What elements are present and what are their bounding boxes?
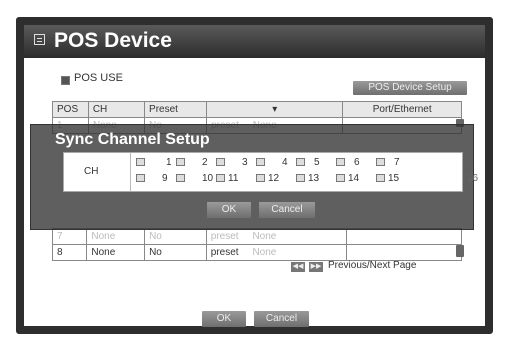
channel-checkbox-6[interactable]: 6 xyxy=(336,157,360,168)
scroll-down-arrow[interactable] xyxy=(456,245,464,257)
channel-checkbox-15[interactable]: 15 xyxy=(376,173,399,184)
row-no: No xyxy=(144,244,207,261)
pos-device-setup-button[interactable]: POS Device Setup xyxy=(353,81,467,95)
channel-checkbox-3[interactable]: 3 xyxy=(216,157,248,168)
header-dropdown[interactable]: ▾ xyxy=(206,101,344,118)
title-bar: POS Device xyxy=(24,25,485,58)
row-preset: preset None xyxy=(205,244,348,261)
dialog-cancel-button[interactable]: Cancel xyxy=(259,202,315,218)
row-pos: 8 xyxy=(51,244,88,261)
pos-use-label: POS USE xyxy=(74,72,123,84)
row-pos: 7 xyxy=(51,228,88,245)
fast-forward-icon[interactable]: ▶▶ xyxy=(309,262,323,272)
pos-use-checkbox[interactable] xyxy=(61,76,70,85)
ch-label: CH xyxy=(84,166,99,177)
channel-checkbox-2[interactable]: 2 xyxy=(176,157,208,168)
table-header-row: POS CH Preset ▾ Port/Ethernet xyxy=(52,101,462,118)
channel-checkbox-11[interactable]: 11 xyxy=(216,173,238,184)
table-row[interactable]: 7 None No preset None xyxy=(51,228,462,245)
channel-checkbox-12[interactable]: 12 xyxy=(256,173,279,184)
channel-checkbox-13[interactable]: 13 xyxy=(296,173,319,184)
pager-label: Previous/Next Page xyxy=(328,260,417,271)
channel-checkbox-10[interactable]: 10 xyxy=(176,173,213,184)
menu-icon xyxy=(34,34,45,45)
triangle-down-icon: ▾ xyxy=(272,104,278,115)
row-preset: preset None xyxy=(205,228,348,245)
sync-channel-dialog: Sync Channel Setup CH 1 2 3 4 5 6 7 9 10… xyxy=(30,124,478,230)
row-port[interactable] xyxy=(346,228,462,245)
cancel-button[interactable]: Cancel xyxy=(254,311,309,327)
dialog-title: Sync Channel Setup xyxy=(55,131,210,148)
pos-table-lower: 7 None No preset None 8 None No preset N… xyxy=(51,228,462,261)
table-row[interactable]: 8 None No preset None xyxy=(51,244,462,261)
row-ch[interactable]: None xyxy=(86,244,146,261)
channel-checkbox-1[interactable]: 1 xyxy=(136,157,172,168)
ok-button[interactable]: OK xyxy=(202,311,246,327)
channel-checkbox-5[interactable]: 5 xyxy=(296,157,320,168)
header-pos: POS xyxy=(52,101,89,118)
channel-checkbox-4[interactable]: 4 xyxy=(256,157,288,168)
row-port[interactable] xyxy=(346,244,462,261)
header-port: Port/Ethernet xyxy=(342,101,462,118)
rewind-icon[interactable]: ◀◀ xyxy=(291,262,305,272)
channel-checkbox-7[interactable]: 7 xyxy=(376,157,400,168)
channel-overflow-16: 16 xyxy=(467,173,479,184)
channel-checkbox-9[interactable]: 9 xyxy=(136,173,168,184)
channel-checkbox-14[interactable]: 14 xyxy=(336,173,359,184)
header-ch: CH xyxy=(87,101,146,118)
page-title: POS Device xyxy=(54,29,172,52)
divider xyxy=(130,153,131,191)
channel-panel: CH 1 2 3 4 5 6 7 9 10 11 12 13 14 15 xyxy=(63,152,463,192)
header-preset: Preset xyxy=(144,101,208,118)
row-ch[interactable]: None xyxy=(86,228,146,245)
dialog-ok-button[interactable]: OK xyxy=(207,202,251,218)
row-no: No xyxy=(144,228,207,245)
